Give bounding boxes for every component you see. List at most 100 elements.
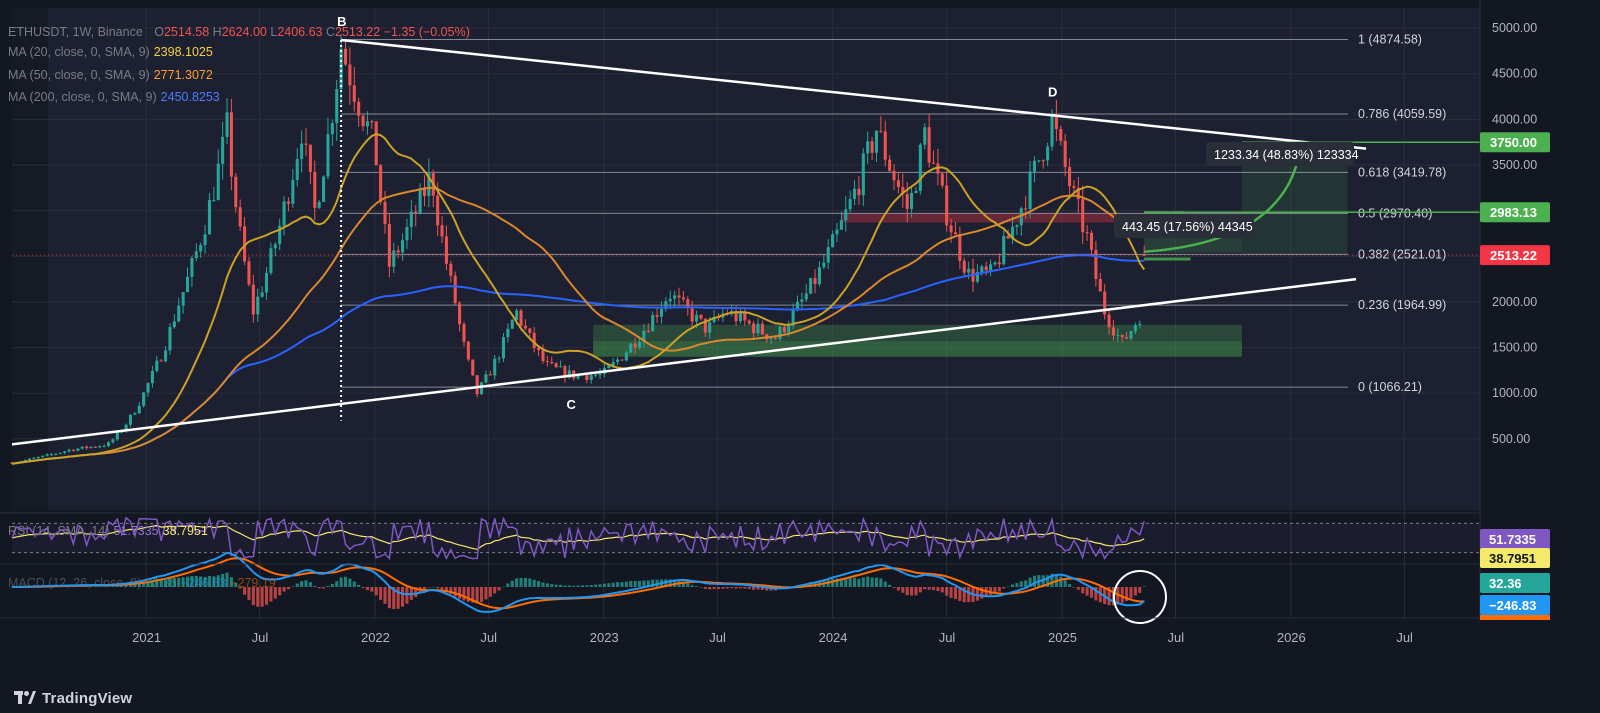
candle-body: [659, 309, 663, 317]
candle-body: [1081, 199, 1085, 233]
candle-body: [142, 392, 146, 406]
candle-body: [853, 188, 857, 199]
tradingview-logo-icon: [14, 690, 36, 707]
candle-body: [396, 250, 400, 253]
candle-body: [800, 299, 804, 302]
candle-body: [993, 262, 997, 265]
candle-body: [1107, 314, 1111, 328]
y-tick-3: 2000.00: [1492, 295, 1537, 309]
rsi-legend[interactable]: RSI (14, SMA, 14) 51.7335 38.7951: [8, 523, 208, 539]
macd-hist-bar: [747, 587, 751, 589]
candle-body: [1006, 235, 1010, 239]
candle-body: [480, 382, 484, 395]
candle-body: [471, 359, 475, 376]
candle-141: [629, 342, 633, 353]
candle-71: [322, 175, 326, 203]
macd-hist-bar: [1024, 580, 1028, 587]
candle-body: [304, 143, 308, 145]
macd-hist-bar: [1032, 575, 1036, 587]
macd-signal-tag: [1480, 615, 1550, 620]
rsi-label: RSI (14, SMA, 14): [8, 524, 110, 538]
macd-hist-bar: [300, 581, 304, 587]
candle-body: [545, 361, 549, 363]
candle-body: [54, 453, 58, 455]
macd-hist-bar: [313, 585, 317, 587]
candle-body: [699, 314, 703, 319]
candle-body: [234, 176, 238, 208]
macd-hist-bar: [1063, 580, 1067, 587]
macd-legend[interactable]: MACD (12, 26, close, 9) 32.36 −246.83 −279.…: [8, 575, 276, 591]
ma200-label: MA (200, close, 0, SMA, 9): [8, 90, 157, 104]
macd-hist-bar: [453, 587, 457, 597]
macd-hist-bar: [594, 584, 598, 587]
macd-hist-bar: [576, 585, 580, 587]
ma20-legend[interactable]: MA (20, close, 0, SMA, 9) 2398.1025: [8, 44, 213, 60]
macd-hist-bar: [910, 587, 914, 596]
candle-body: [870, 141, 874, 153]
candle-body: [980, 266, 984, 273]
x-tick-11: Jul: [1396, 630, 1413, 645]
candle-182: [809, 277, 813, 295]
candle-body: [58, 452, 62, 454]
candle-body: [695, 314, 699, 322]
macd-hist-bar: [690, 585, 694, 587]
candle-body: [681, 297, 685, 300]
ma200-value: 2450.8253: [160, 90, 220, 104]
macd-hist-bar: [458, 587, 462, 599]
macd-hist-bar: [896, 587, 900, 591]
candle-body: [203, 234, 207, 246]
macd-hist-bar: [537, 581, 541, 587]
price-chart[interactable]: 1 (4874.58) 0.786 (4059.59) 0.618 (3419.78…: [0, 0, 1600, 713]
macd-hist-bar: [1010, 584, 1015, 587]
candle-body: [949, 225, 953, 233]
y-tick-6: 3500.00: [1492, 158, 1537, 172]
candle-body: [839, 220, 843, 230]
x-tick-6: 2024: [819, 630, 848, 645]
macd-hist-bar: [558, 584, 563, 587]
candle-body: [1094, 249, 1098, 279]
candle-body: [629, 343, 633, 353]
candle-body: [85, 446, 89, 449]
candle-body: [1098, 278, 1102, 292]
candle-body: [1024, 208, 1028, 210]
macd-hist-bar: [967, 587, 971, 603]
candle-body: [1032, 160, 1036, 172]
macd-hist-bar: [734, 587, 738, 589]
macd-hist-bar: [374, 587, 378, 596]
candle-body: [646, 330, 650, 332]
zone-support-inner: [593, 341, 1242, 357]
candle-body: [146, 383, 150, 393]
candle-50: [229, 98, 233, 191]
zone-resistance: [841, 213, 1153, 223]
candle-body: [269, 248, 273, 273]
tradingview-logo[interactable]: TradingView: [14, 690, 132, 707]
symbol-label[interactable]: ETHUSDT, 1W, Binance: [8, 25, 143, 39]
macd-hist-bar: [730, 587, 734, 589]
macd-hist-bar: [695, 586, 699, 587]
candle-112: [501, 333, 506, 362]
macd-hist-bar: [330, 584, 334, 587]
candle-body: [804, 293, 808, 300]
candle-body: [462, 324, 466, 342]
candle-body: [247, 261, 251, 285]
candle-body: [93, 446, 97, 448]
macd-hist-bar: [352, 581, 356, 587]
macd-hist-bar: [708, 587, 712, 590]
candle-body: [769, 338, 773, 340]
candle-body: [506, 328, 510, 338]
candle-body: [589, 375, 593, 380]
ma200-legend[interactable]: MA (200, close, 0, SMA, 9) 2450.8253: [8, 89, 220, 105]
indicator-tag-3: −246.83: [1489, 598, 1536, 613]
close-value: 2513.22: [335, 25, 381, 39]
candle-body: [778, 327, 782, 340]
candle-body: [80, 446, 84, 449]
candle-105: [471, 359, 475, 376]
macd-hist-bar: [848, 577, 852, 587]
macd-hist-bar: [686, 583, 690, 587]
candle-body: [185, 276, 190, 293]
candle-body: [67, 449, 71, 452]
candle-body: [1059, 129, 1063, 141]
candle-body: [137, 405, 141, 414]
ma50-legend[interactable]: MA (50, close, 0, SMA, 9) 2771.3072: [8, 67, 213, 83]
candle-body: [45, 454, 49, 456]
